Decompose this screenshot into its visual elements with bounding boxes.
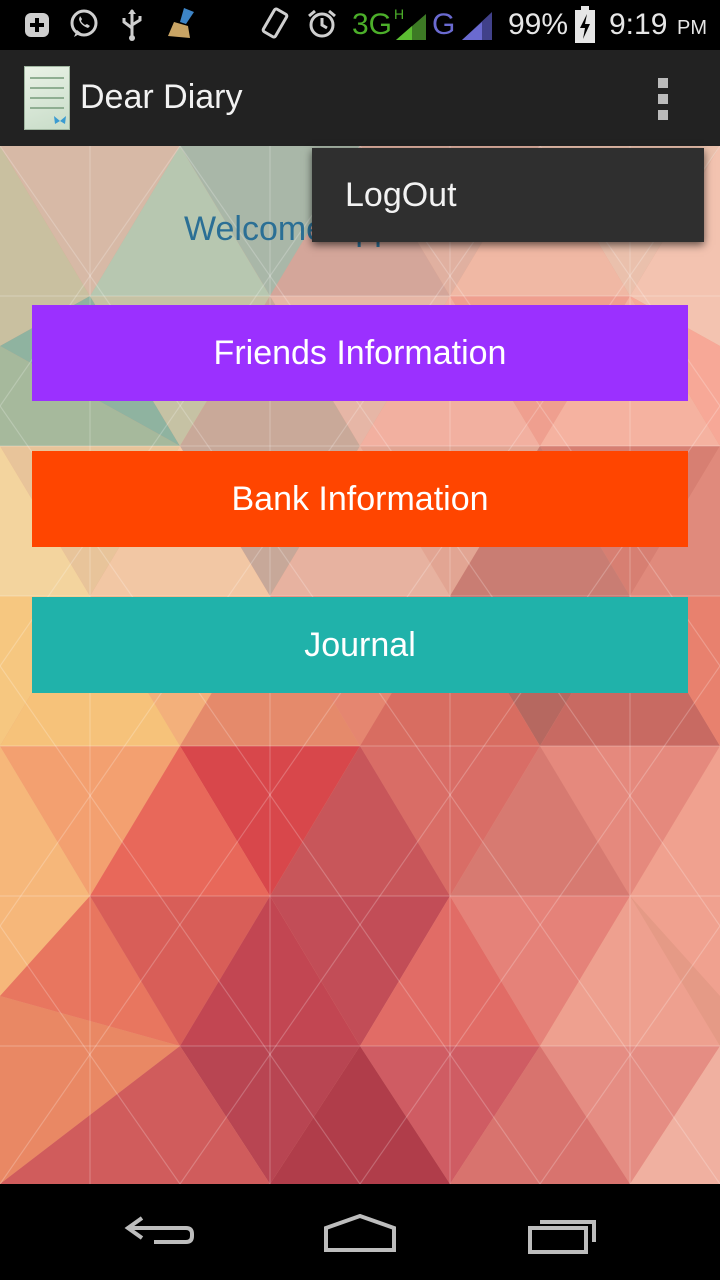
home-icon[interactable] [322, 1214, 398, 1254]
signal-icon [396, 14, 426, 40]
bank-information-button[interactable]: Bank Information [32, 451, 688, 547]
battery-percent: 99% [508, 8, 569, 41]
main-content: Welcome Appu Friends Information Bank In… [0, 146, 720, 1184]
usb-icon [122, 9, 142, 41]
navigation-bar [0, 1184, 720, 1280]
add-icon [25, 13, 49, 37]
clock-time: 9:19 [609, 8, 668, 41]
clock-ampm: PM [677, 17, 707, 39]
broom-icon [168, 8, 194, 38]
network-3g-label: 3G [352, 8, 393, 41]
alarm-icon [308, 9, 336, 38]
more-vertical-icon[interactable] [646, 74, 680, 124]
network-g-label: G [432, 8, 456, 41]
status-bar: 3G H G 99% 9:19 PM [0, 0, 720, 50]
app-title: Dear Diary [80, 78, 243, 116]
battery-charging-icon [575, 6, 595, 43]
whatsapp-icon [70, 9, 98, 37]
journal-button[interactable]: Journal [32, 597, 688, 693]
app-icon[interactable] [24, 66, 70, 130]
back-icon[interactable] [124, 1214, 196, 1254]
recents-icon[interactable] [526, 1214, 598, 1254]
menu-item-logout[interactable]: LogOut [345, 176, 457, 215]
vibrate-icon [261, 7, 289, 39]
action-bar: Dear Diary [0, 50, 720, 146]
signal-icon [462, 12, 492, 40]
overflow-menu: LogOut [312, 148, 704, 242]
friends-information-button[interactable]: Friends Information [32, 305, 688, 401]
